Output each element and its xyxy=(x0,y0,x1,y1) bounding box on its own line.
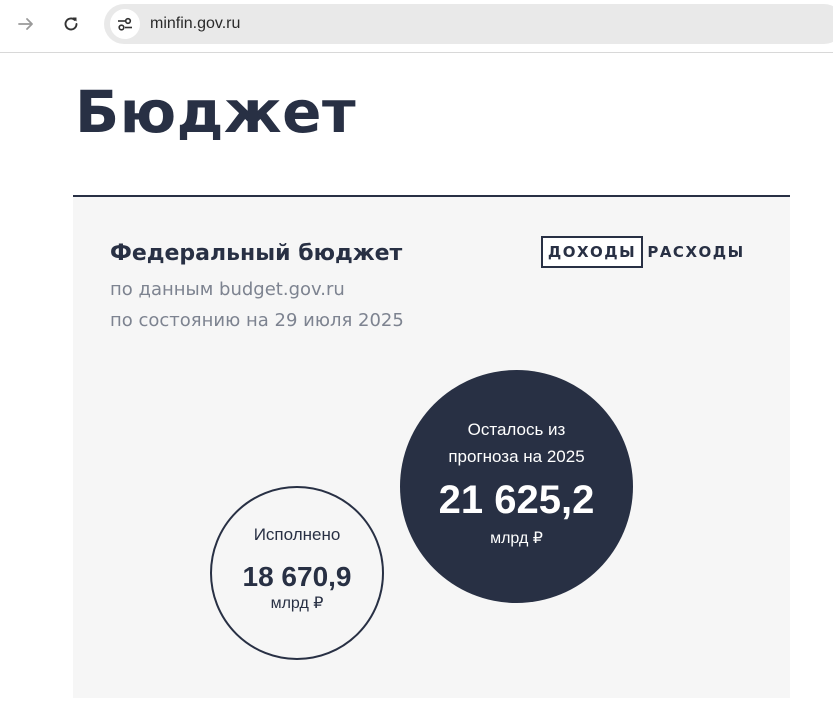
federal-budget-card: Федеральный бюджет по данным budget.gov.… xyxy=(73,195,790,698)
card-title: Федеральный бюджет xyxy=(110,241,403,266)
as-of-date-text: по состоянию на 29 июля 2025 xyxy=(110,310,404,331)
tab-income[interactable]: ДОХОДЫ xyxy=(541,236,643,268)
forward-button[interactable] xyxy=(12,10,40,38)
executed-circle: Исполнено 18 670,9 млрд ₽ xyxy=(210,486,384,660)
reload-icon xyxy=(64,17,78,31)
arrow-right-icon xyxy=(18,18,33,30)
executed-unit: млрд ₽ xyxy=(270,595,324,612)
remaining-value: 21 625,2 xyxy=(438,477,595,522)
data-source-text: по данным budget.gov.ru xyxy=(110,279,345,300)
executed-value: 18 670,9 xyxy=(242,561,352,592)
address-bar[interactable]: minfin.gov.ru xyxy=(104,4,833,44)
remaining-label: Осталось из прогноза на 2025 xyxy=(448,419,585,466)
page-title: Бюджет xyxy=(75,78,357,146)
remaining-unit: млрд ₽ xyxy=(490,529,543,547)
url-text: minfin.gov.ru xyxy=(150,15,241,32)
browser-toolbar: minfin.gov.ru xyxy=(0,0,833,53)
remaining-circle: Осталось из прогноза на 2025 21 625,2 мл… xyxy=(400,370,633,603)
reload-button[interactable] xyxy=(57,10,85,38)
executed-label: Исполнено xyxy=(253,525,341,544)
tune-icon xyxy=(118,17,132,31)
tab-expenses[interactable]: РАСХОДЫ xyxy=(647,236,743,268)
site-info-button[interactable] xyxy=(110,9,140,39)
